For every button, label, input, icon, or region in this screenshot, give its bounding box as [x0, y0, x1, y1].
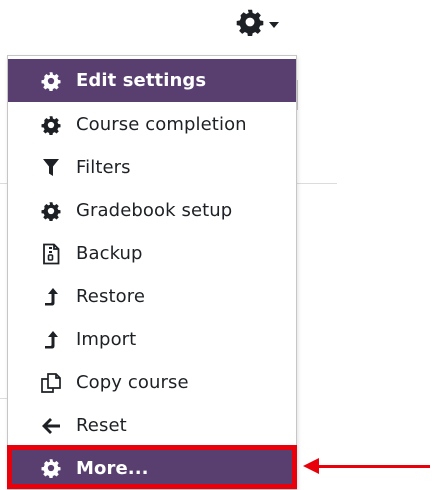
annotation-arrow-shaft [318, 465, 430, 468]
menu-item-label: Backup [76, 243, 143, 264]
menu-item-label: Restore [76, 286, 145, 307]
menu-item-backup[interactable]: Backup [8, 232, 296, 275]
gear-icon [236, 8, 264, 40]
background-vertical-line [297, 80, 298, 110]
gear-icon [40, 457, 62, 479]
file-archive-icon [40, 243, 62, 265]
copy-icon [40, 372, 62, 394]
menu-item-label: Edit settings [76, 70, 207, 91]
course-actions-dropdown: Edit settings Course completion Filters … [7, 55, 297, 490]
menu-item-label: Course completion [76, 114, 247, 135]
menu-item-label: Copy course [76, 372, 189, 393]
menu-item-copy-course[interactable]: Copy course [8, 361, 296, 404]
menu-item-gradebook-setup[interactable]: Gradebook setup [8, 189, 296, 232]
filter-icon [40, 157, 62, 179]
menu-item-label: Filters [76, 157, 131, 178]
gear-icon [40, 200, 62, 222]
menu-item-course-completion[interactable]: Course completion [8, 103, 296, 146]
menu-item-reset[interactable]: Reset [8, 404, 296, 447]
menu-item-label: Gradebook setup [76, 200, 233, 221]
course-actions-menu-toggle[interactable] [236, 5, 306, 43]
gear-icon [40, 70, 62, 92]
chevron-down-icon [269, 22, 279, 28]
background-divider-1 [0, 183, 7, 184]
level-up-icon [40, 286, 62, 308]
background-divider-3 [0, 398, 7, 399]
menu-item-edit-settings[interactable]: Edit settings [8, 59, 296, 102]
menu-item-label: Import [76, 329, 137, 350]
menu-item-import[interactable]: Import [8, 318, 296, 361]
menu-item-restore[interactable]: Restore [8, 275, 296, 318]
gear-icon [40, 114, 62, 136]
background-divider-2 [297, 183, 337, 184]
arrow-left-icon [40, 415, 62, 437]
level-up-icon [40, 329, 62, 351]
menu-item-label: Reset [76, 415, 127, 436]
menu-item-label: More... [76, 457, 149, 479]
menu-item-more[interactable]: More... [8, 447, 296, 489]
annotation-arrow-head-icon [303, 458, 319, 474]
menu-item-filters[interactable]: Filters [8, 146, 296, 189]
